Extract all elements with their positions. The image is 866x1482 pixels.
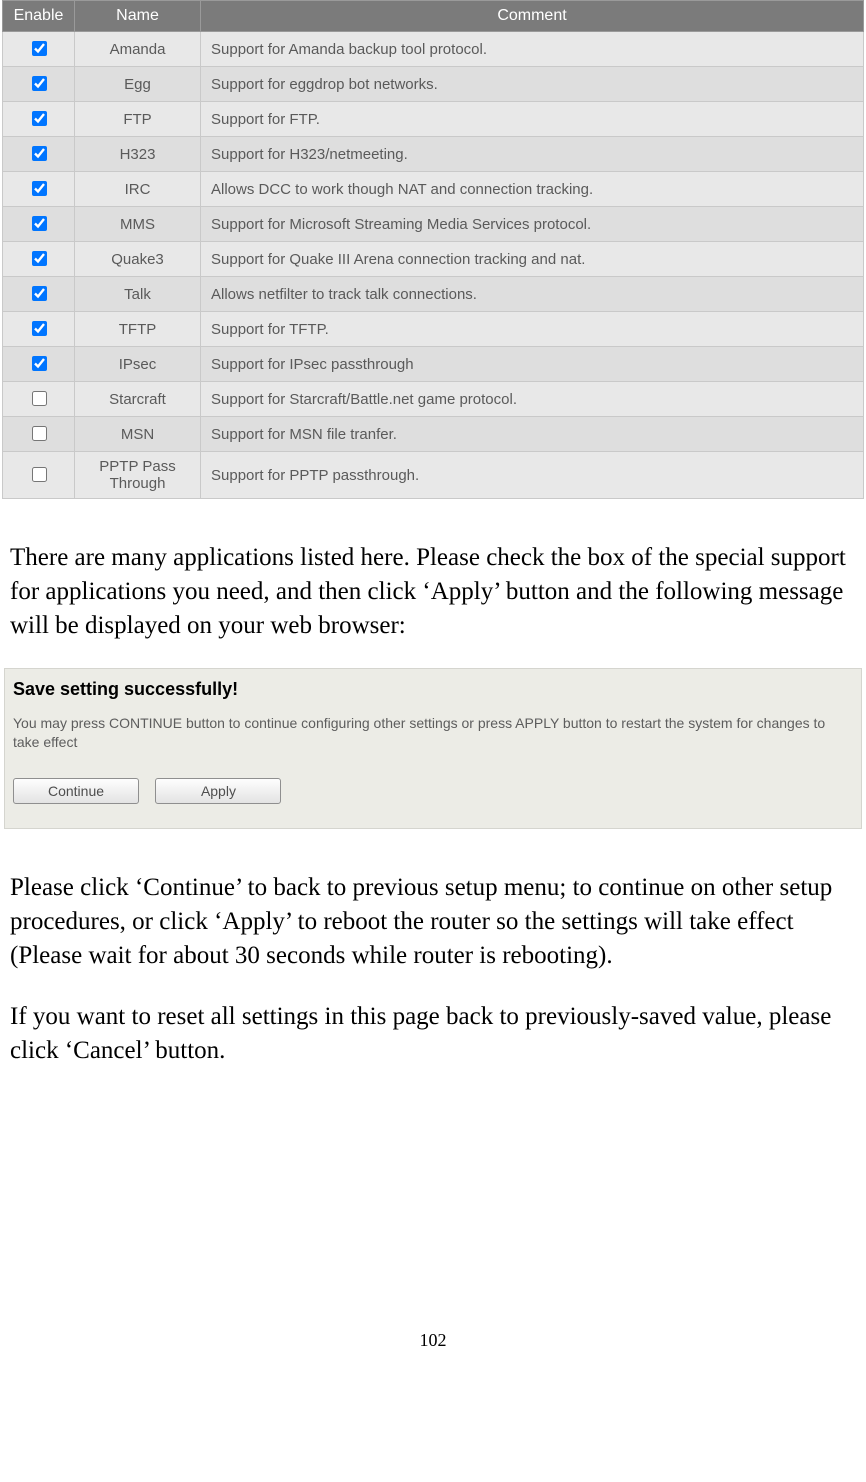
name-cell: MMS bbox=[75, 207, 201, 242]
enable-cell bbox=[3, 102, 75, 137]
name-cell: Quake3 bbox=[75, 242, 201, 277]
name-cell: Amanda bbox=[75, 32, 201, 67]
enable-cell bbox=[3, 312, 75, 347]
instruction-paragraph-1: There are many applications listed here.… bbox=[4, 539, 862, 644]
enable-checkbox[interactable] bbox=[32, 426, 47, 441]
comment-cell: Support for Amanda backup tool protocol. bbox=[201, 32, 864, 67]
comment-cell: Support for PPTP passthrough. bbox=[201, 452, 864, 499]
name-cell: H323 bbox=[75, 137, 201, 172]
enable-cell bbox=[3, 137, 75, 172]
continue-button[interactable]: Continue bbox=[13, 778, 139, 804]
comment-cell: Support for IPsec passthrough bbox=[201, 347, 864, 382]
header-name: Name bbox=[75, 1, 201, 32]
comment-cell: Allows DCC to work though NAT and connec… bbox=[201, 172, 864, 207]
enable-checkbox[interactable] bbox=[32, 76, 47, 91]
enable-checkbox[interactable] bbox=[32, 181, 47, 196]
name-cell: IRC bbox=[75, 172, 201, 207]
comment-cell: Support for TFTP. bbox=[201, 312, 864, 347]
enable-checkbox[interactable] bbox=[32, 146, 47, 161]
comment-cell: Allows netfilter to track talk connectio… bbox=[201, 277, 864, 312]
enable-cell bbox=[3, 452, 75, 499]
name-cell: PPTP Pass Through bbox=[75, 452, 201, 499]
table-row: FTPSupport for FTP. bbox=[3, 102, 864, 137]
enable-checkbox[interactable] bbox=[32, 216, 47, 231]
alg-table: Enable Name Comment AmandaSupport for Am… bbox=[2, 0, 864, 499]
comment-cell: Support for MSN file tranfer. bbox=[201, 417, 864, 452]
save-success-dialog: Save setting successfully! You may press… bbox=[4, 668, 862, 829]
comment-cell: Support for Quake III Arena connection t… bbox=[201, 242, 864, 277]
enable-cell bbox=[3, 347, 75, 382]
enable-checkbox[interactable] bbox=[32, 41, 47, 56]
dialog-title: Save setting successfully! bbox=[5, 669, 861, 714]
enable-cell bbox=[3, 417, 75, 452]
table-row: MSNSupport for MSN file tranfer. bbox=[3, 417, 864, 452]
apply-button[interactable]: Apply bbox=[155, 778, 281, 804]
table-row: EggSupport for eggdrop bot networks. bbox=[3, 67, 864, 102]
enable-checkbox[interactable] bbox=[32, 467, 47, 482]
dialog-message: You may press CONTINUE button to continu… bbox=[5, 714, 861, 778]
enable-checkbox[interactable] bbox=[32, 321, 47, 336]
comment-cell: Support for Microsoft Streaming Media Se… bbox=[201, 207, 864, 242]
comment-cell: Support for eggdrop bot networks. bbox=[201, 67, 864, 102]
comment-cell: Support for H323/netmeeting. bbox=[201, 137, 864, 172]
enable-checkbox[interactable] bbox=[32, 356, 47, 371]
comment-cell: Support for Starcraft/Battle.net game pr… bbox=[201, 382, 864, 417]
page-number: 102 bbox=[0, 1330, 866, 1371]
enable-cell bbox=[3, 277, 75, 312]
enable-cell bbox=[3, 67, 75, 102]
table-row: AmandaSupport for Amanda backup tool pro… bbox=[3, 32, 864, 67]
table-row: PPTP Pass ThroughSupport for PPTP passth… bbox=[3, 452, 864, 499]
enable-checkbox[interactable] bbox=[32, 391, 47, 406]
instruction-paragraph-2: Please click ‘Continue’ to back to previ… bbox=[4, 869, 862, 974]
table-row: Quake3Support for Quake III Arena connec… bbox=[3, 242, 864, 277]
header-comment: Comment bbox=[201, 1, 864, 32]
comment-cell: Support for FTP. bbox=[201, 102, 864, 137]
table-row: TalkAllows netfilter to track talk conne… bbox=[3, 277, 864, 312]
table-row: MMSSupport for Microsoft Streaming Media… bbox=[3, 207, 864, 242]
name-cell: Egg bbox=[75, 67, 201, 102]
table-row: TFTPSupport for TFTP. bbox=[3, 312, 864, 347]
header-enable: Enable bbox=[3, 1, 75, 32]
enable-cell bbox=[3, 207, 75, 242]
instruction-paragraph-3: If you want to reset all settings in thi… bbox=[4, 998, 862, 1070]
table-row: H323Support for H323/netmeeting. bbox=[3, 137, 864, 172]
enable-checkbox[interactable] bbox=[32, 111, 47, 126]
table-row: IPsecSupport for IPsec passthrough bbox=[3, 347, 864, 382]
table-row: StarcraftSupport for Starcraft/Battle.ne… bbox=[3, 382, 864, 417]
name-cell: FTP bbox=[75, 102, 201, 137]
enable-cell bbox=[3, 242, 75, 277]
table-row: IRCAllows DCC to work though NAT and con… bbox=[3, 172, 864, 207]
enable-cell bbox=[3, 382, 75, 417]
name-cell: MSN bbox=[75, 417, 201, 452]
enable-checkbox[interactable] bbox=[32, 251, 47, 266]
name-cell: IPsec bbox=[75, 347, 201, 382]
enable-cell bbox=[3, 32, 75, 67]
enable-cell bbox=[3, 172, 75, 207]
name-cell: Talk bbox=[75, 277, 201, 312]
name-cell: TFTP bbox=[75, 312, 201, 347]
name-cell: Starcraft bbox=[75, 382, 201, 417]
enable-checkbox[interactable] bbox=[32, 286, 47, 301]
